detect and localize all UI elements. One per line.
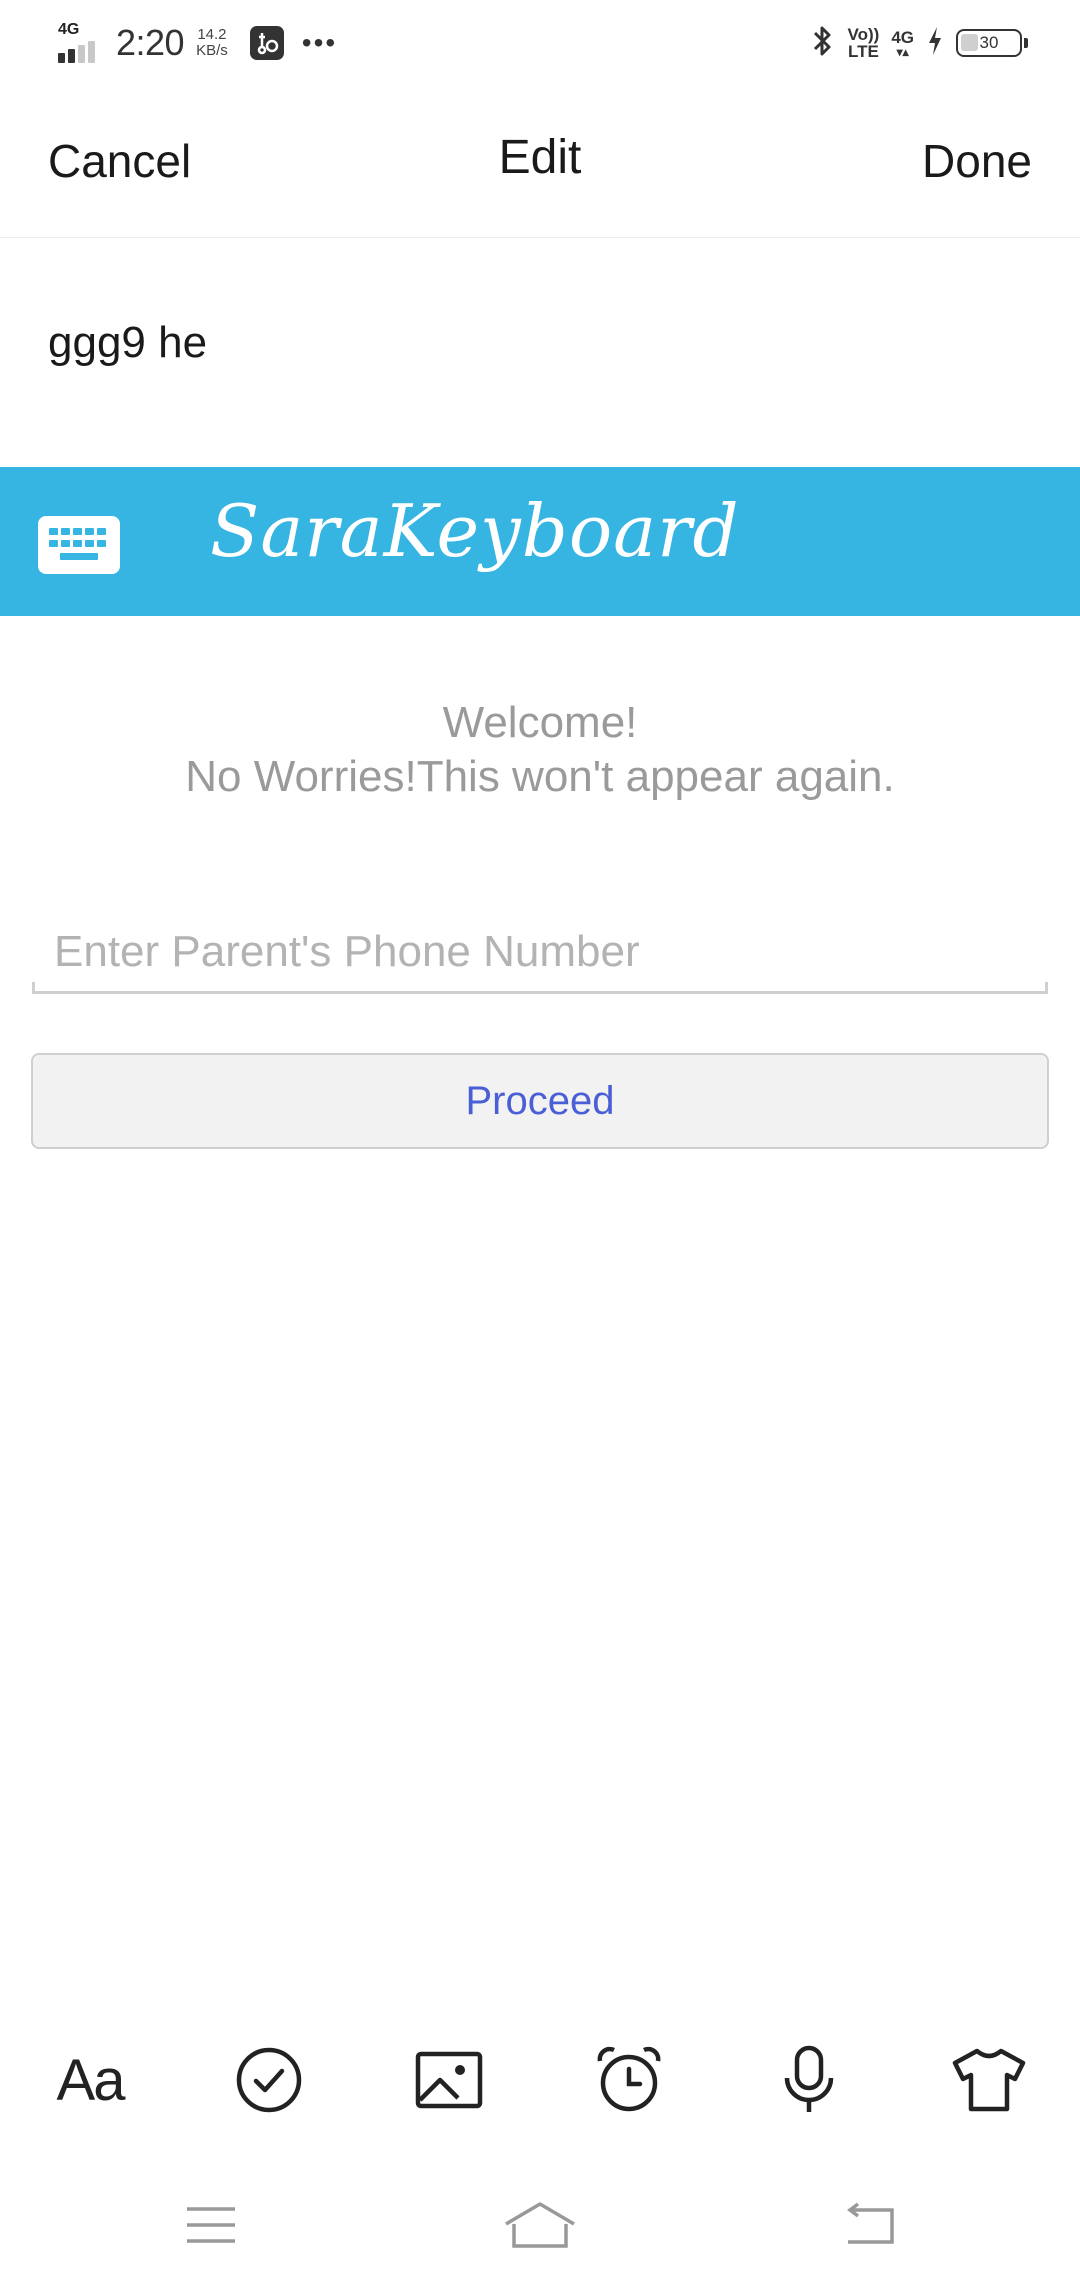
- text-format-icon[interactable]: Aa: [40, 2030, 140, 2130]
- usb-debug-icon: [249, 26, 284, 60]
- proceed-button[interactable]: Proceed: [31, 1053, 1049, 1149]
- bottom-toolbar: Aa: [0, 2030, 1080, 2130]
- welcome-line-1: Welcome!: [442, 698, 638, 747]
- network-speed: 14.2 KB/s: [196, 27, 228, 59]
- welcome-line-2: No Worries!This won't appear again.: [185, 752, 895, 801]
- done-button[interactable]: Done: [922, 134, 1032, 188]
- volte-bottom: LTE: [847, 42, 879, 61]
- more-notifications-icon: •••: [301, 27, 338, 58]
- note-text-area[interactable]: ggg9 he: [48, 318, 207, 368]
- battery-icon: 30: [956, 29, 1028, 57]
- microphone-icon[interactable]: [759, 2030, 859, 2130]
- clock-time: 2:20: [116, 22, 185, 63]
- alarm-clock-icon[interactable]: [579, 2030, 679, 2130]
- parent-phone-input[interactable]: [32, 912, 1048, 994]
- t-shirt-icon[interactable]: [939, 2030, 1039, 2130]
- keyboard-brand-name: SaraKeyboard: [210, 489, 740, 573]
- charging-icon: [926, 25, 944, 62]
- data-network-label: 4G: [891, 27, 914, 47]
- speed-value: 14.2: [197, 26, 227, 43]
- signal-icon: 4G: [56, 21, 104, 65]
- keyboard-icon: [38, 516, 120, 574]
- keyboard-banner: SaraKeyboard: [0, 467, 1080, 616]
- input-underline-left-edge: [32, 982, 35, 994]
- status-bar: 4G 2:20 14.2 KB/s ••• Vo)) LTE 4G ▾▴ 30: [0, 0, 1080, 84]
- back-icon[interactable]: [819, 2190, 919, 2260]
- data-arrows-icon: ▾▴: [896, 44, 909, 59]
- speed-unit: KB/s: [196, 42, 228, 59]
- volte-top: Vo)): [847, 25, 880, 44]
- system-navigation-bar: [0, 2170, 1080, 2280]
- checkmark-circle-icon[interactable]: [219, 2030, 319, 2130]
- battery-level: 30: [979, 33, 999, 52]
- page-title: Edit: [498, 131, 582, 184]
- volte-indicator: Vo)) LTE: [848, 26, 880, 60]
- menu-icon[interactable]: [161, 2190, 261, 2260]
- home-icon[interactable]: [490, 2190, 590, 2260]
- bluetooth-icon: [810, 22, 836, 65]
- welcome-message: Welcome! No Worries!This won't appear ag…: [0, 696, 1080, 804]
- input-underline-right-edge: [1045, 982, 1048, 994]
- image-icon[interactable]: [399, 2030, 499, 2130]
- network-type: 4G: [58, 21, 80, 38]
- data-network-indicator: 4G ▾▴: [891, 29, 914, 58]
- edit-header: Cancel Edit Done: [0, 84, 1080, 238]
